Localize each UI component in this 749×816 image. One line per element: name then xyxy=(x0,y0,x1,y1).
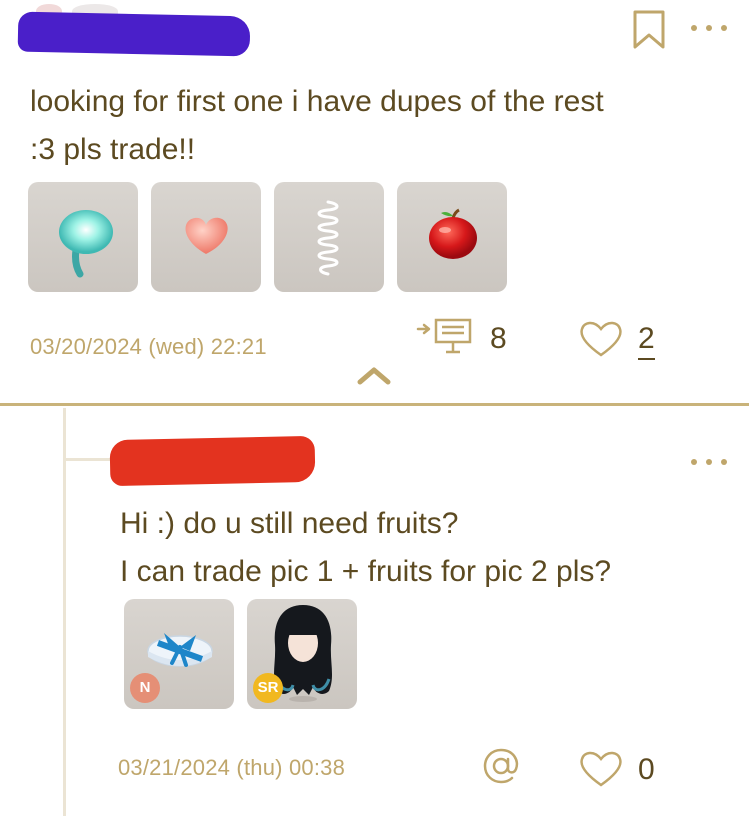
more-options-icon[interactable] xyxy=(688,452,730,472)
rarity-badge: N xyxy=(130,673,160,703)
redacted-username xyxy=(17,11,251,57)
reply-count: 8 xyxy=(490,322,507,355)
item-thumbnail-3[interactable] xyxy=(274,182,384,292)
mention-at-icon[interactable] xyxy=(480,745,522,787)
item-thumbnail-1[interactable] xyxy=(28,182,138,292)
reply-item-thumbnail-2[interactable]: SR xyxy=(247,599,357,709)
bookmark-icon[interactable] xyxy=(632,10,666,50)
reply-text: Hi :) do u still need fruits? I can trad… xyxy=(120,507,612,588)
reply-count-icon[interactable] xyxy=(416,316,482,358)
heart-item-icon xyxy=(185,217,228,254)
like-heart-icon[interactable] xyxy=(578,748,624,788)
spring-coil-icon xyxy=(317,200,339,276)
divider xyxy=(0,403,749,406)
item-thumbnail-4[interactable] xyxy=(397,182,507,292)
like-heart-icon[interactable] xyxy=(578,318,624,358)
reply-item-thumbnail-1[interactable]: N xyxy=(124,599,234,709)
apple-icon xyxy=(429,208,477,259)
reply-like-count: 0 xyxy=(638,753,655,786)
item-thumbnail-2[interactable] xyxy=(151,182,261,292)
rarity-badge: SR xyxy=(253,673,283,703)
redacted-username xyxy=(109,435,316,487)
thread-line xyxy=(63,408,66,816)
post-text: looking for first one i have dupes of th… xyxy=(30,85,604,166)
post-timestamp: 03/20/2024 (wed) 22:21 xyxy=(30,334,267,359)
more-options-icon[interactable] xyxy=(688,18,730,38)
collapse-chevron-up-icon[interactable] xyxy=(356,364,392,386)
thread-connector xyxy=(63,458,115,461)
reply-timestamp: 03/21/2024 (thu) 00:38 xyxy=(118,755,346,780)
lollipop-icon xyxy=(59,210,113,278)
like-count[interactable]: 2 xyxy=(638,322,655,360)
